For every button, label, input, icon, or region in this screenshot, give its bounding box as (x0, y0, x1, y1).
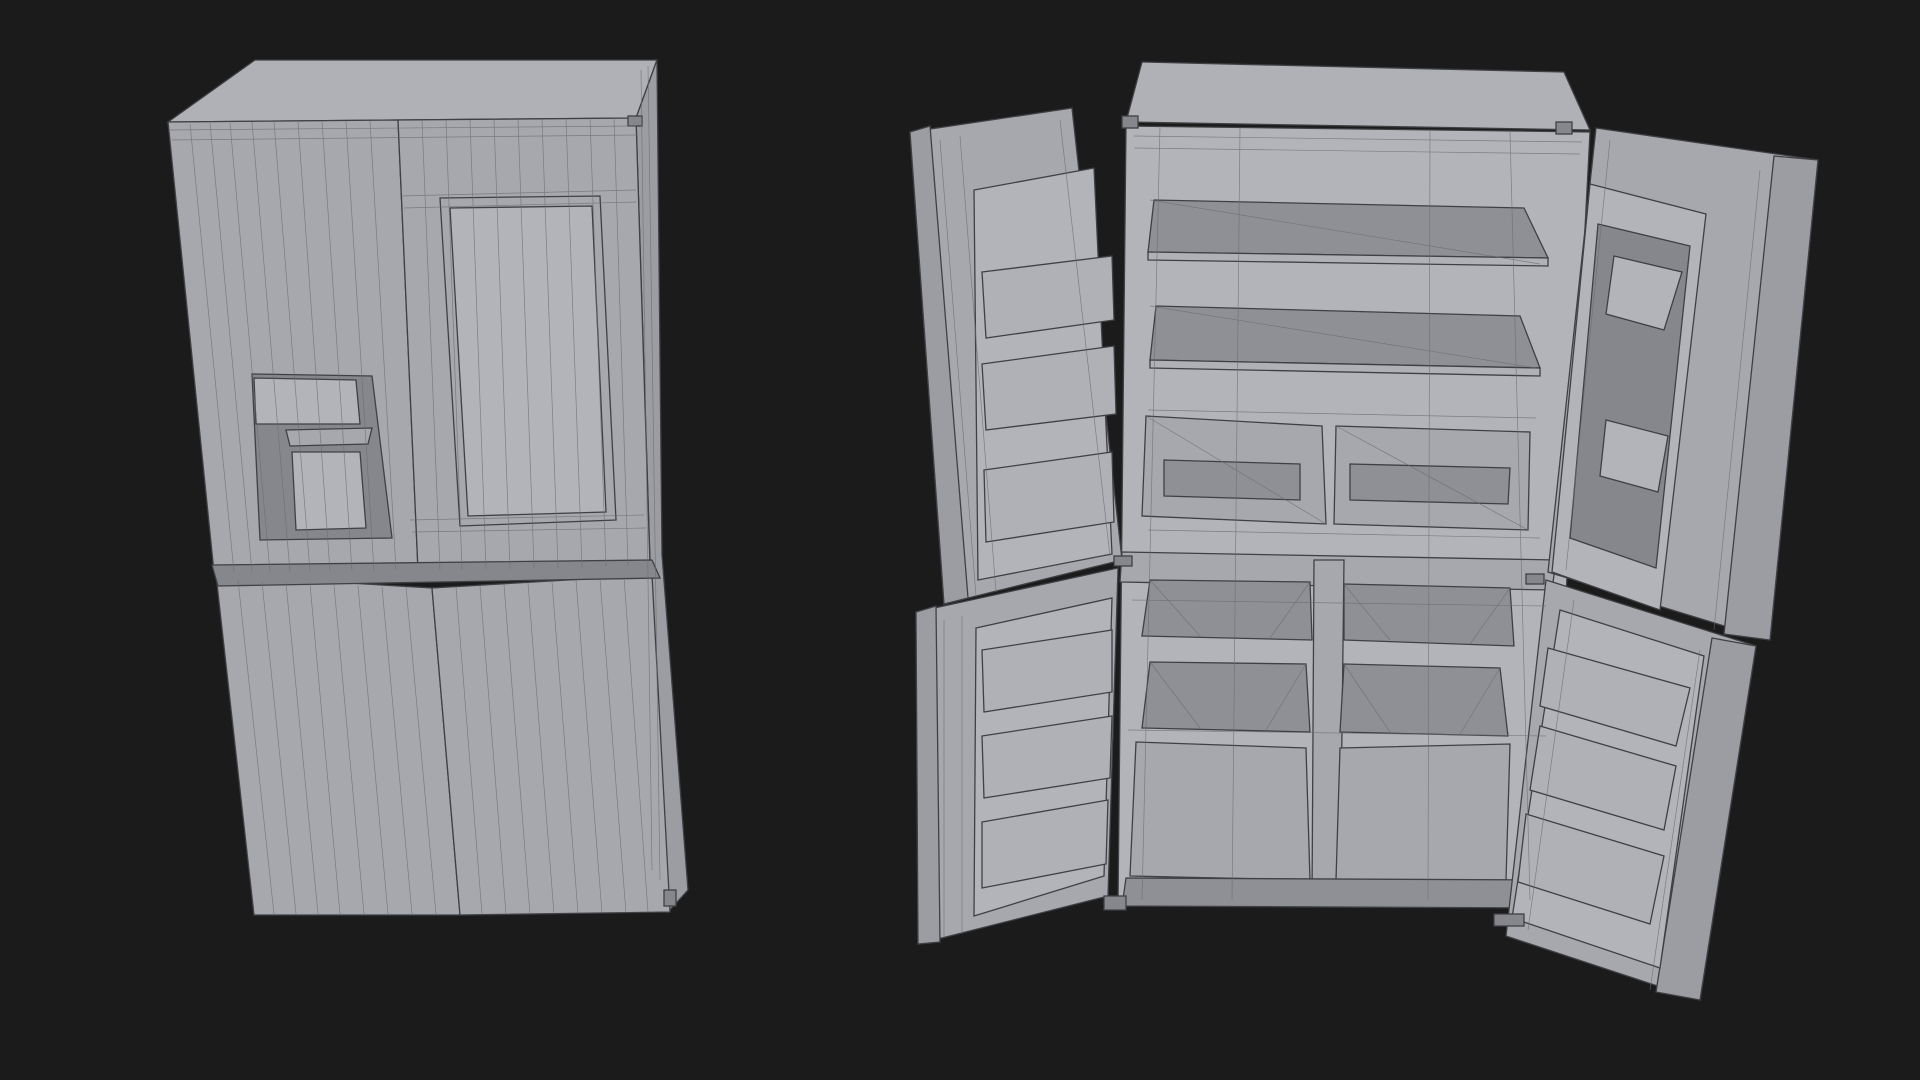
hinge-left-top (1121, 115, 1139, 129)
render-viewport (0, 0, 1920, 1080)
freezer-bin-right-bottom (1339, 663, 1509, 737)
freezer-bin-left-bottom (1141, 661, 1311, 733)
door-window-panel (449, 205, 607, 517)
cabinet-top-face (1125, 61, 1592, 131)
freezer-basket-right (1335, 743, 1511, 881)
freezer-bin-left-top (1141, 579, 1313, 641)
hinge-right-top (1555, 121, 1573, 135)
foot-right (663, 889, 677, 907)
fridge-top-face (165, 59, 658, 123)
scene-canvas (165, 59, 1819, 1001)
freezer-basket-left (1129, 741, 1311, 881)
hinge-top (627, 115, 643, 127)
foot-left (1103, 895, 1127, 911)
lower-right-drawer (431, 574, 671, 916)
shelf-upper (1147, 199, 1550, 259)
hinge-right-middle (1525, 573, 1545, 585)
hinge-left-middle (1113, 555, 1133, 567)
refrigerator-closed (165, 59, 689, 916)
refrigerator-open (909, 61, 1819, 1001)
foot-right (1493, 913, 1525, 927)
